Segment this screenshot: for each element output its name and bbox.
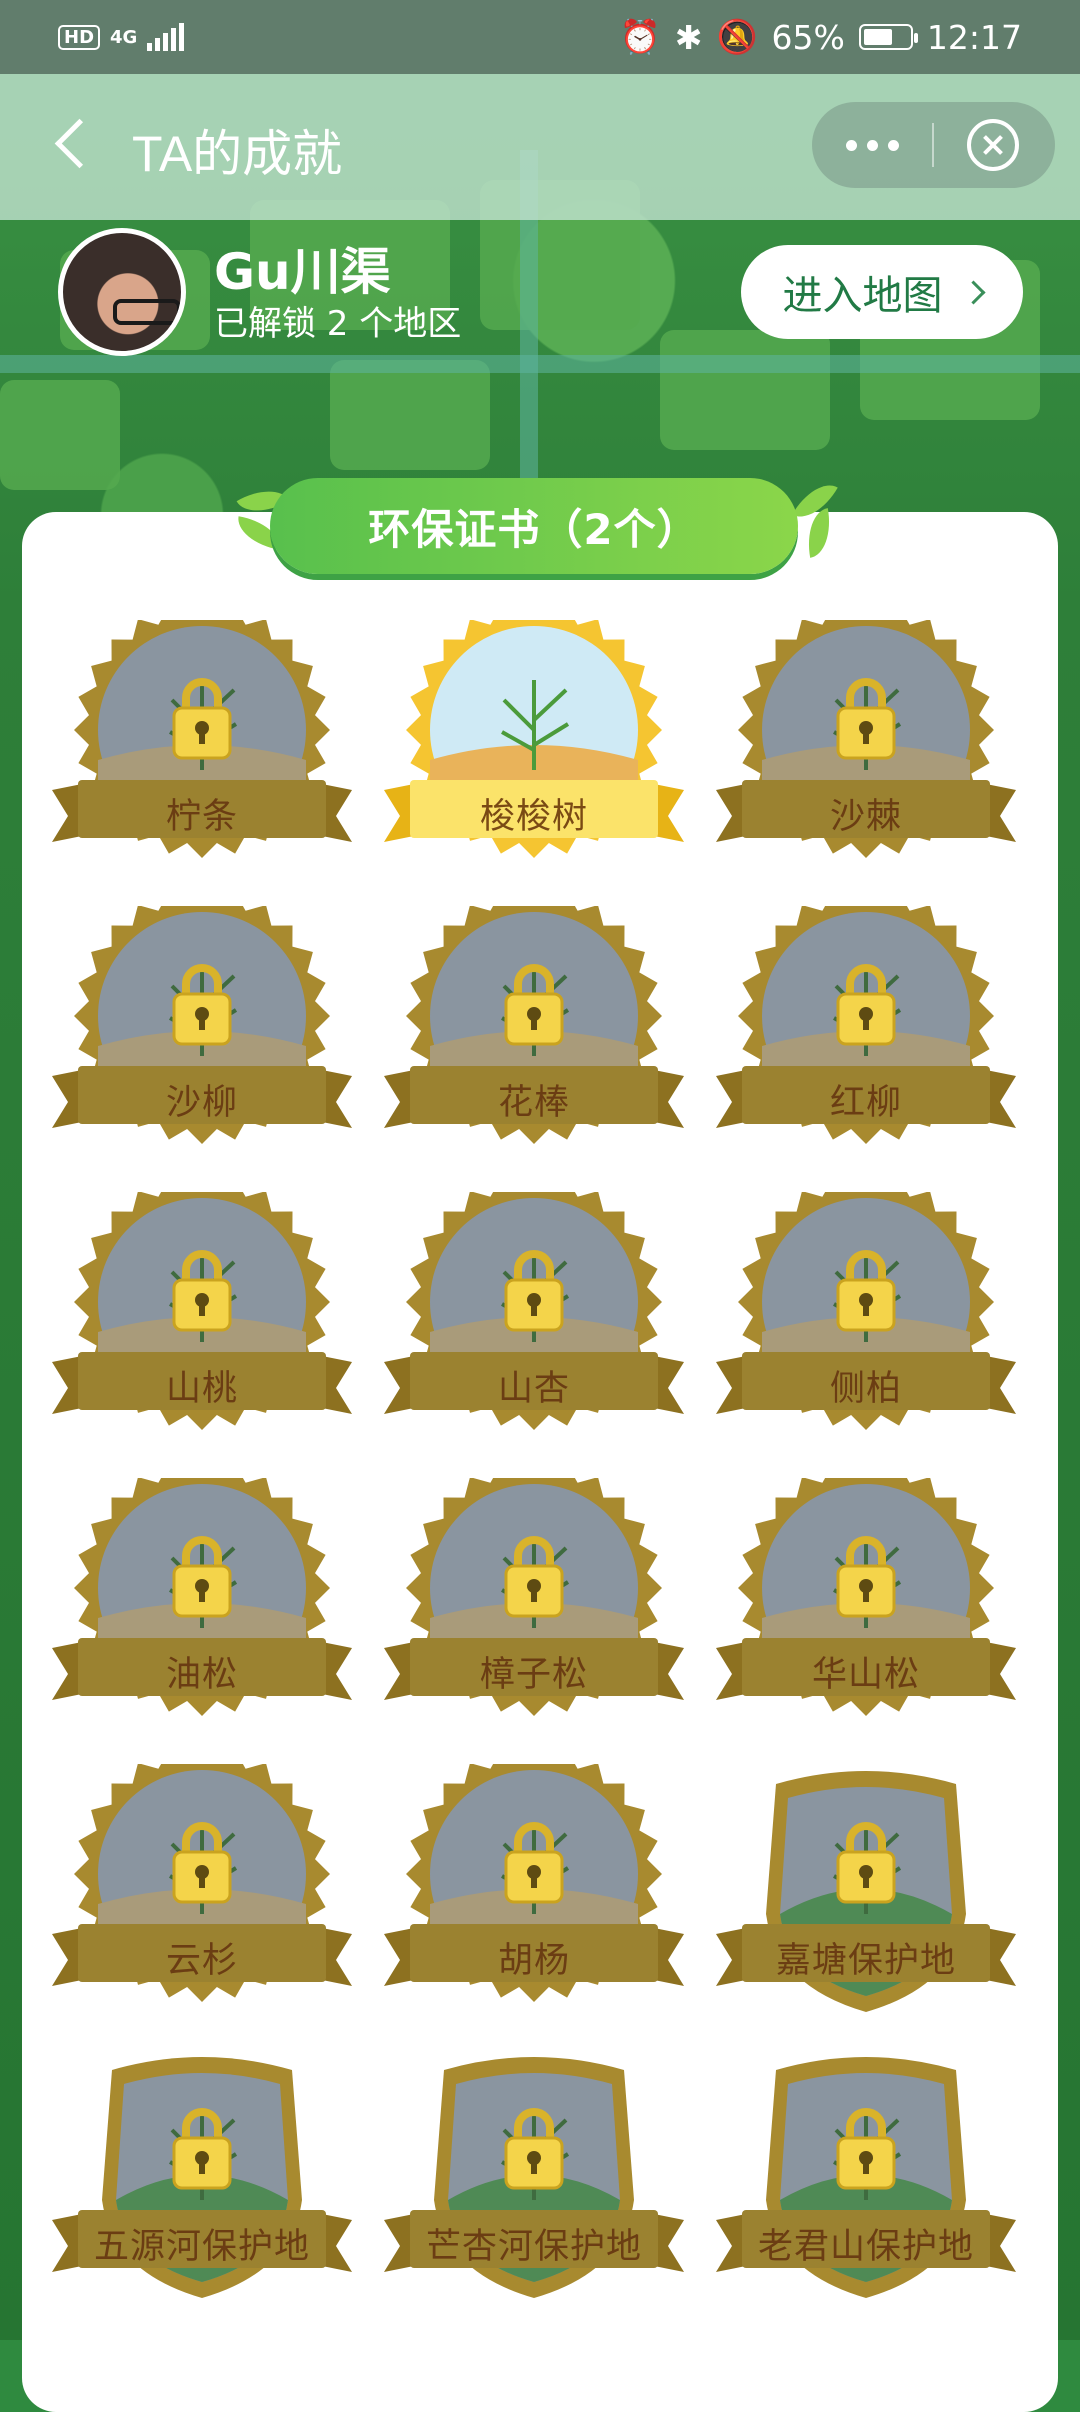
certificate-badge[interactable]: 油松 [52, 1478, 352, 1738]
certificate-badge[interactable]: 云杉 [52, 1764, 352, 2024]
chevron-right-icon [960, 279, 986, 305]
close-icon[interactable] [967, 119, 1019, 171]
certificate-label: 云杉 [165, 1941, 238, 1981]
certificate-badge[interactable]: 侧柏 [716, 1192, 1016, 1452]
alarm-icon: ⏰ [619, 17, 661, 56]
certificate-badge[interactable]: 沙柳 [52, 906, 352, 1166]
certificate-label: 五源河保护地 [93, 2227, 310, 2267]
certificate-label: 山桃 [165, 1369, 238, 1409]
certificate-badge[interactable]: 沙棘 [716, 620, 1016, 880]
unlock-count: 已解锁 2 个地区 [214, 304, 462, 344]
certificate-label: 梭梭树 [479, 797, 588, 837]
back-button[interactable] [44, 114, 104, 174]
enter-map-label: 进入地图 [782, 273, 943, 319]
certificate-badge[interactable]: 五源河保护地 [52, 2050, 352, 2310]
more-button[interactable] [812, 139, 932, 151]
certificate-label: 华山松 [811, 1655, 920, 1695]
battery-icon [858, 24, 918, 50]
signal-icon [147, 23, 185, 51]
clock: 12:17 [926, 17, 1022, 57]
certificate-badge[interactable]: 老君山保护地 [716, 2050, 1016, 2310]
nav-bar: TA的成就 [0, 74, 1080, 220]
certificate-label: 油松 [165, 1655, 238, 1695]
certificate-badge[interactable]: 梭梭树 [384, 620, 684, 880]
certificate-label: 芒杏河保护地 [425, 2227, 642, 2267]
status-bar: HD 4G ⏰ ✱ 🔕 65% 12:17 [0, 0, 1080, 74]
enter-map-button[interactable]: 进入地图 [741, 245, 1023, 339]
certificate-section-title: 环保证书（2个） [270, 478, 798, 574]
bluetooth-icon: ✱ [674, 17, 703, 57]
certificate-badge[interactable]: 红柳 [716, 906, 1016, 1166]
certificate-label: 胡杨 [497, 1941, 570, 1981]
certificate-badge[interactable]: 山杏 [384, 1192, 684, 1452]
certificate-badge[interactable]: 柠条 [52, 620, 352, 880]
certificate-label: 花棒 [497, 1083, 570, 1123]
certificate-badge[interactable]: 胡杨 [384, 1764, 684, 2024]
mini-program-capsule [812, 102, 1055, 188]
network-label: 4G [110, 26, 138, 48]
mute-icon: 🔕 [716, 17, 758, 56]
certificate-badge[interactable]: 山桃 [52, 1192, 352, 1452]
certificate-label: 柠条 [165, 797, 238, 837]
certificate-label: 嘉塘保护地 [775, 1941, 956, 1981]
certificate-label: 老君山保护地 [757, 2227, 974, 2267]
certificate-label: 红柳 [829, 1083, 902, 1123]
certificate-badge[interactable]: 樟子松 [384, 1478, 684, 1738]
certificate-label: 沙柳 [165, 1083, 238, 1123]
certificate-label: 山杏 [497, 1369, 570, 1409]
certificate-label: 樟子松 [479, 1655, 588, 1695]
certificate-badge[interactable]: 华山松 [716, 1478, 1016, 1738]
certificate-badge[interactable]: 嘉塘保护地 [716, 1764, 1016, 2024]
certificate-badge[interactable]: 芒杏河保护地 [384, 2050, 684, 2310]
capsule-divider [932, 123, 934, 167]
hd-indicator: HD [58, 24, 101, 50]
certificate-label: 侧柏 [829, 1369, 902, 1409]
battery-percent: 65% [771, 17, 845, 57]
avatar [58, 228, 186, 356]
page-title: TA的成就 [132, 126, 343, 182]
certificate-label: 沙棘 [829, 797, 902, 837]
user-name: Gu川渠 [214, 243, 391, 301]
certificate-badge[interactable]: 花棒 [384, 906, 684, 1166]
